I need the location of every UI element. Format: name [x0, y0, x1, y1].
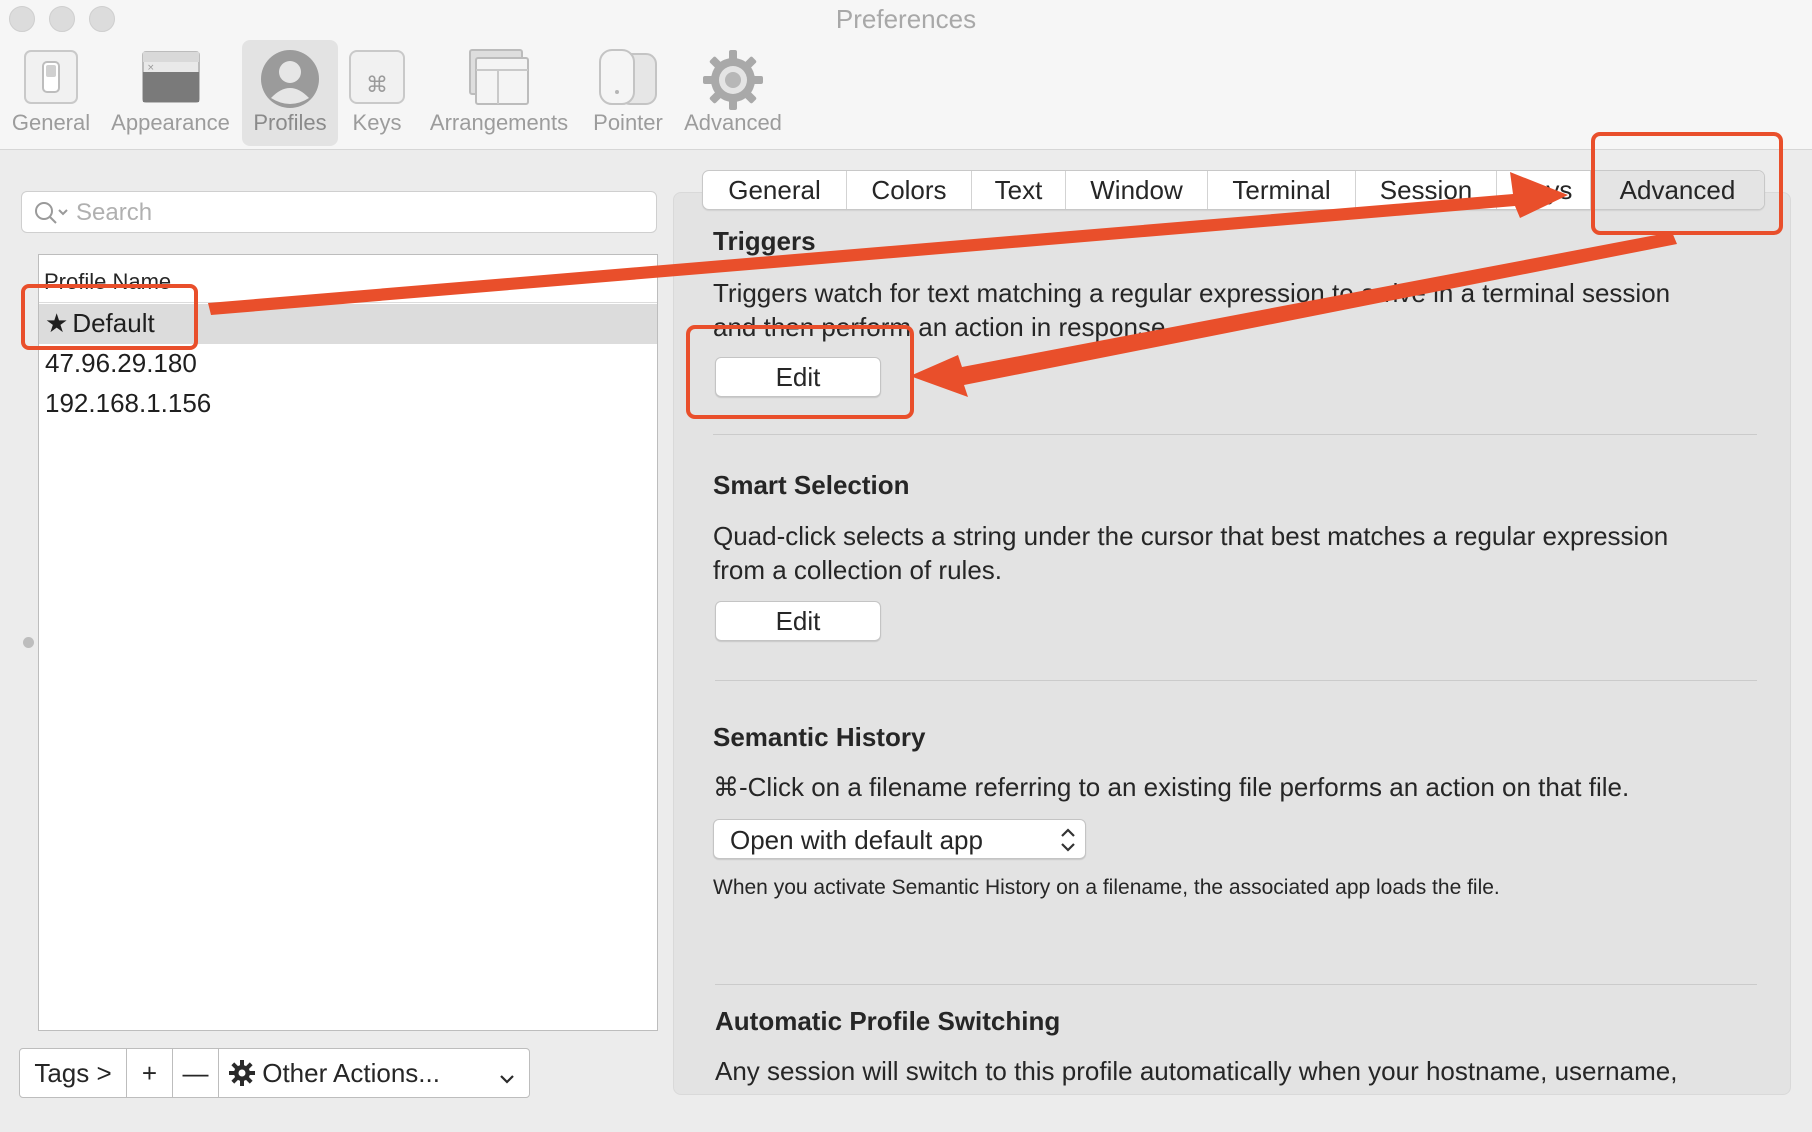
- profile-tabs: General Colors Text Window Terminal Sess…: [702, 170, 1765, 210]
- semantic-history-action-select[interactable]: Open with default app: [713, 819, 1086, 859]
- triggers-description-line1: Triggers watch for text matching a regul…: [713, 278, 1671, 308]
- profile-name: 47.96.29.180: [45, 348, 197, 378]
- toolbar-label: Advanced: [684, 110, 782, 135]
- toolbar-pointer[interactable]: Pointer: [588, 40, 668, 146]
- tab-window[interactable]: Window: [1066, 171, 1208, 209]
- general-switch-icon: [22, 48, 80, 111]
- toolbar-label: Profiles: [253, 110, 327, 135]
- toolbar-advanced[interactable]: Advanced: [678, 40, 788, 146]
- appearance-window-icon: ×: [141, 48, 201, 111]
- chevron-down-icon: [499, 1061, 515, 1092]
- add-profile-button[interactable]: +: [127, 1049, 173, 1097]
- toolbar-appearance[interactable]: × Appearance: [104, 40, 237, 146]
- tab-terminal[interactable]: Terminal: [1208, 171, 1356, 209]
- toolbar-profiles[interactable]: Profiles: [242, 40, 338, 146]
- other-actions-label: Other Actions...: [262, 1058, 440, 1088]
- titlebar: Preferences General × Appearance Profile…: [0, 0, 1812, 150]
- pointer-mouse-icon: [598, 48, 658, 113]
- section-divider: [715, 984, 1757, 985]
- tags-button[interactable]: Tags >: [20, 1049, 127, 1097]
- semantic-history-note: When you activate Semantic History on a …: [713, 876, 1500, 899]
- select-value: Open with default app: [730, 825, 983, 855]
- auto-profile-switching-description: Any session will switch to this profile …: [715, 1056, 1678, 1086]
- arrangements-windows-icon: [468, 48, 530, 111]
- triggers-description-line2: and then perform an action in response.: [713, 312, 1173, 342]
- profile-name-column-header[interactable]: Profile Name: [39, 255, 657, 303]
- window-title: Preferences: [835, 4, 977, 34]
- tab-keys[interactable]: Keys: [1497, 171, 1591, 209]
- up-down-chevron-icon: [1059, 826, 1077, 859]
- profile-search-field[interactable]: [21, 191, 657, 233]
- semantic-history-description: ⌘-Click on a filename referring to an ex…: [713, 772, 1630, 802]
- profiles-person-icon: [259, 48, 321, 115]
- profile-row[interactable]: 192.168.1.156: [39, 384, 657, 424]
- section-divider: [713, 434, 1757, 435]
- toolbar-label: Appearance: [111, 110, 230, 135]
- smart-selection-edit-button[interactable]: Edit: [715, 601, 881, 641]
- tab-advanced[interactable]: Advanced: [1591, 171, 1764, 209]
- triggers-title: Triggers: [713, 226, 816, 256]
- profile-list[interactable]: Profile Name ★ Default 47.96.29.180 192.1…: [38, 254, 658, 1031]
- toolbar-keys[interactable]: ⌘ Keys: [344, 40, 410, 146]
- keys-command-icon: ⌘: [348, 48, 406, 111]
- tab-general[interactable]: General: [703, 171, 847, 209]
- split-view-handle[interactable]: [23, 637, 34, 648]
- toolbar-label: General: [11, 110, 91, 135]
- smart-selection-title: Smart Selection: [713, 470, 910, 500]
- other-actions-menu[interactable]: Other Actions...: [219, 1049, 529, 1097]
- profile-row[interactable]: 47.96.29.180: [39, 344, 657, 384]
- remove-profile-button[interactable]: —: [173, 1049, 219, 1097]
- tab-text[interactable]: Text: [972, 171, 1066, 209]
- toolbar-label: Arrangements: [429, 110, 569, 135]
- profile-name: Default: [72, 308, 155, 338]
- toolbar-arrangements[interactable]: Arrangements: [420, 40, 578, 146]
- search-icon: [34, 201, 70, 230]
- tab-session[interactable]: Session: [1356, 171, 1497, 209]
- tab-colors[interactable]: Colors: [847, 171, 972, 209]
- search-input[interactable]: [76, 198, 636, 228]
- section-divider: [715, 680, 1757, 681]
- semantic-history-title: Semantic History: [713, 722, 926, 752]
- default-star-icon: ★: [45, 308, 69, 338]
- profile-row-default[interactable]: ★ Default: [39, 304, 657, 344]
- triggers-edit-button[interactable]: Edit: [715, 357, 881, 397]
- smart-selection-description-line1: Quad-click selects a string under the cu…: [713, 521, 1669, 551]
- advanced-gear-icon: [701, 48, 765, 117]
- profile-actions-bar: Tags > + — Other Actions...: [19, 1048, 530, 1098]
- toolbar-label: Keys: [352, 110, 402, 135]
- toolbar-general[interactable]: General: [4, 40, 98, 146]
- auto-profile-switching-title: Automatic Profile Switching: [715, 1006, 1061, 1036]
- toolbar-label: Pointer: [593, 110, 663, 135]
- svg-text:×: ×: [147, 63, 155, 73]
- gear-icon: [229, 1058, 262, 1088]
- smart-selection-description-line2: from a collection of rules.: [713, 555, 1003, 585]
- profile-name: 192.168.1.156: [45, 388, 212, 418]
- svg-text:⌘: ⌘: [366, 73, 388, 98]
